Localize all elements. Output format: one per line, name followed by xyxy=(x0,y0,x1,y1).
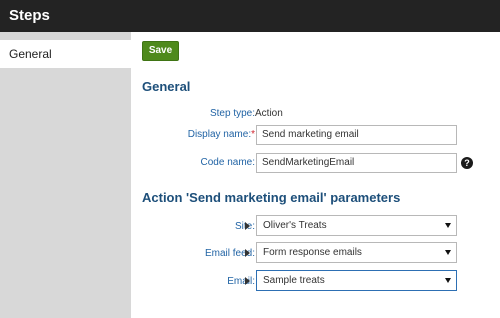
sidebar: General xyxy=(0,32,131,318)
question-circle-icon[interactable]: ? xyxy=(461,157,473,169)
parameters-heading: Action 'Send marketing email' parameters xyxy=(142,190,401,205)
triangle-right-icon[interactable] xyxy=(245,277,250,285)
triangle-right-icon[interactable] xyxy=(245,222,250,230)
code-name-field[interactable]: SendMarketingEmail xyxy=(256,153,457,173)
caret-down-icon xyxy=(445,278,451,283)
email-select[interactable]: Sample treats xyxy=(256,270,457,291)
site-select-value: Oliver's Treats xyxy=(263,220,327,231)
triangle-right-icon[interactable] xyxy=(245,249,250,257)
display-name-label: Display name:* xyxy=(188,129,255,140)
step-type-value: Action xyxy=(255,108,283,119)
code-name-label: Code name: xyxy=(200,157,255,168)
display-name-label-text: Display name: xyxy=(187,129,252,140)
caret-down-icon xyxy=(445,250,451,255)
display-name-field[interactable]: Send marketing email xyxy=(256,125,457,145)
site-select[interactable]: Oliver's Treats xyxy=(256,215,457,236)
general-heading: General xyxy=(142,79,191,94)
caret-down-icon xyxy=(445,223,451,228)
email-label: Email: xyxy=(227,276,255,287)
email-select-value: Sample treats xyxy=(263,275,325,286)
title-bar: Steps xyxy=(0,0,500,32)
sidebar-item-general[interactable]: General xyxy=(0,40,131,68)
email-feed-select-value: Form response emails xyxy=(263,247,362,258)
window-title: Steps xyxy=(9,7,50,24)
required-asterisk: * xyxy=(251,129,255,140)
step-type-label: Step type: xyxy=(209,108,255,119)
sidebar-item-label: General xyxy=(9,47,52,61)
main-panel: Save General Step type: Action Display n… xyxy=(131,32,500,318)
email-feed-select[interactable]: Form response emails xyxy=(256,242,457,263)
save-button[interactable]: Save xyxy=(142,41,179,61)
